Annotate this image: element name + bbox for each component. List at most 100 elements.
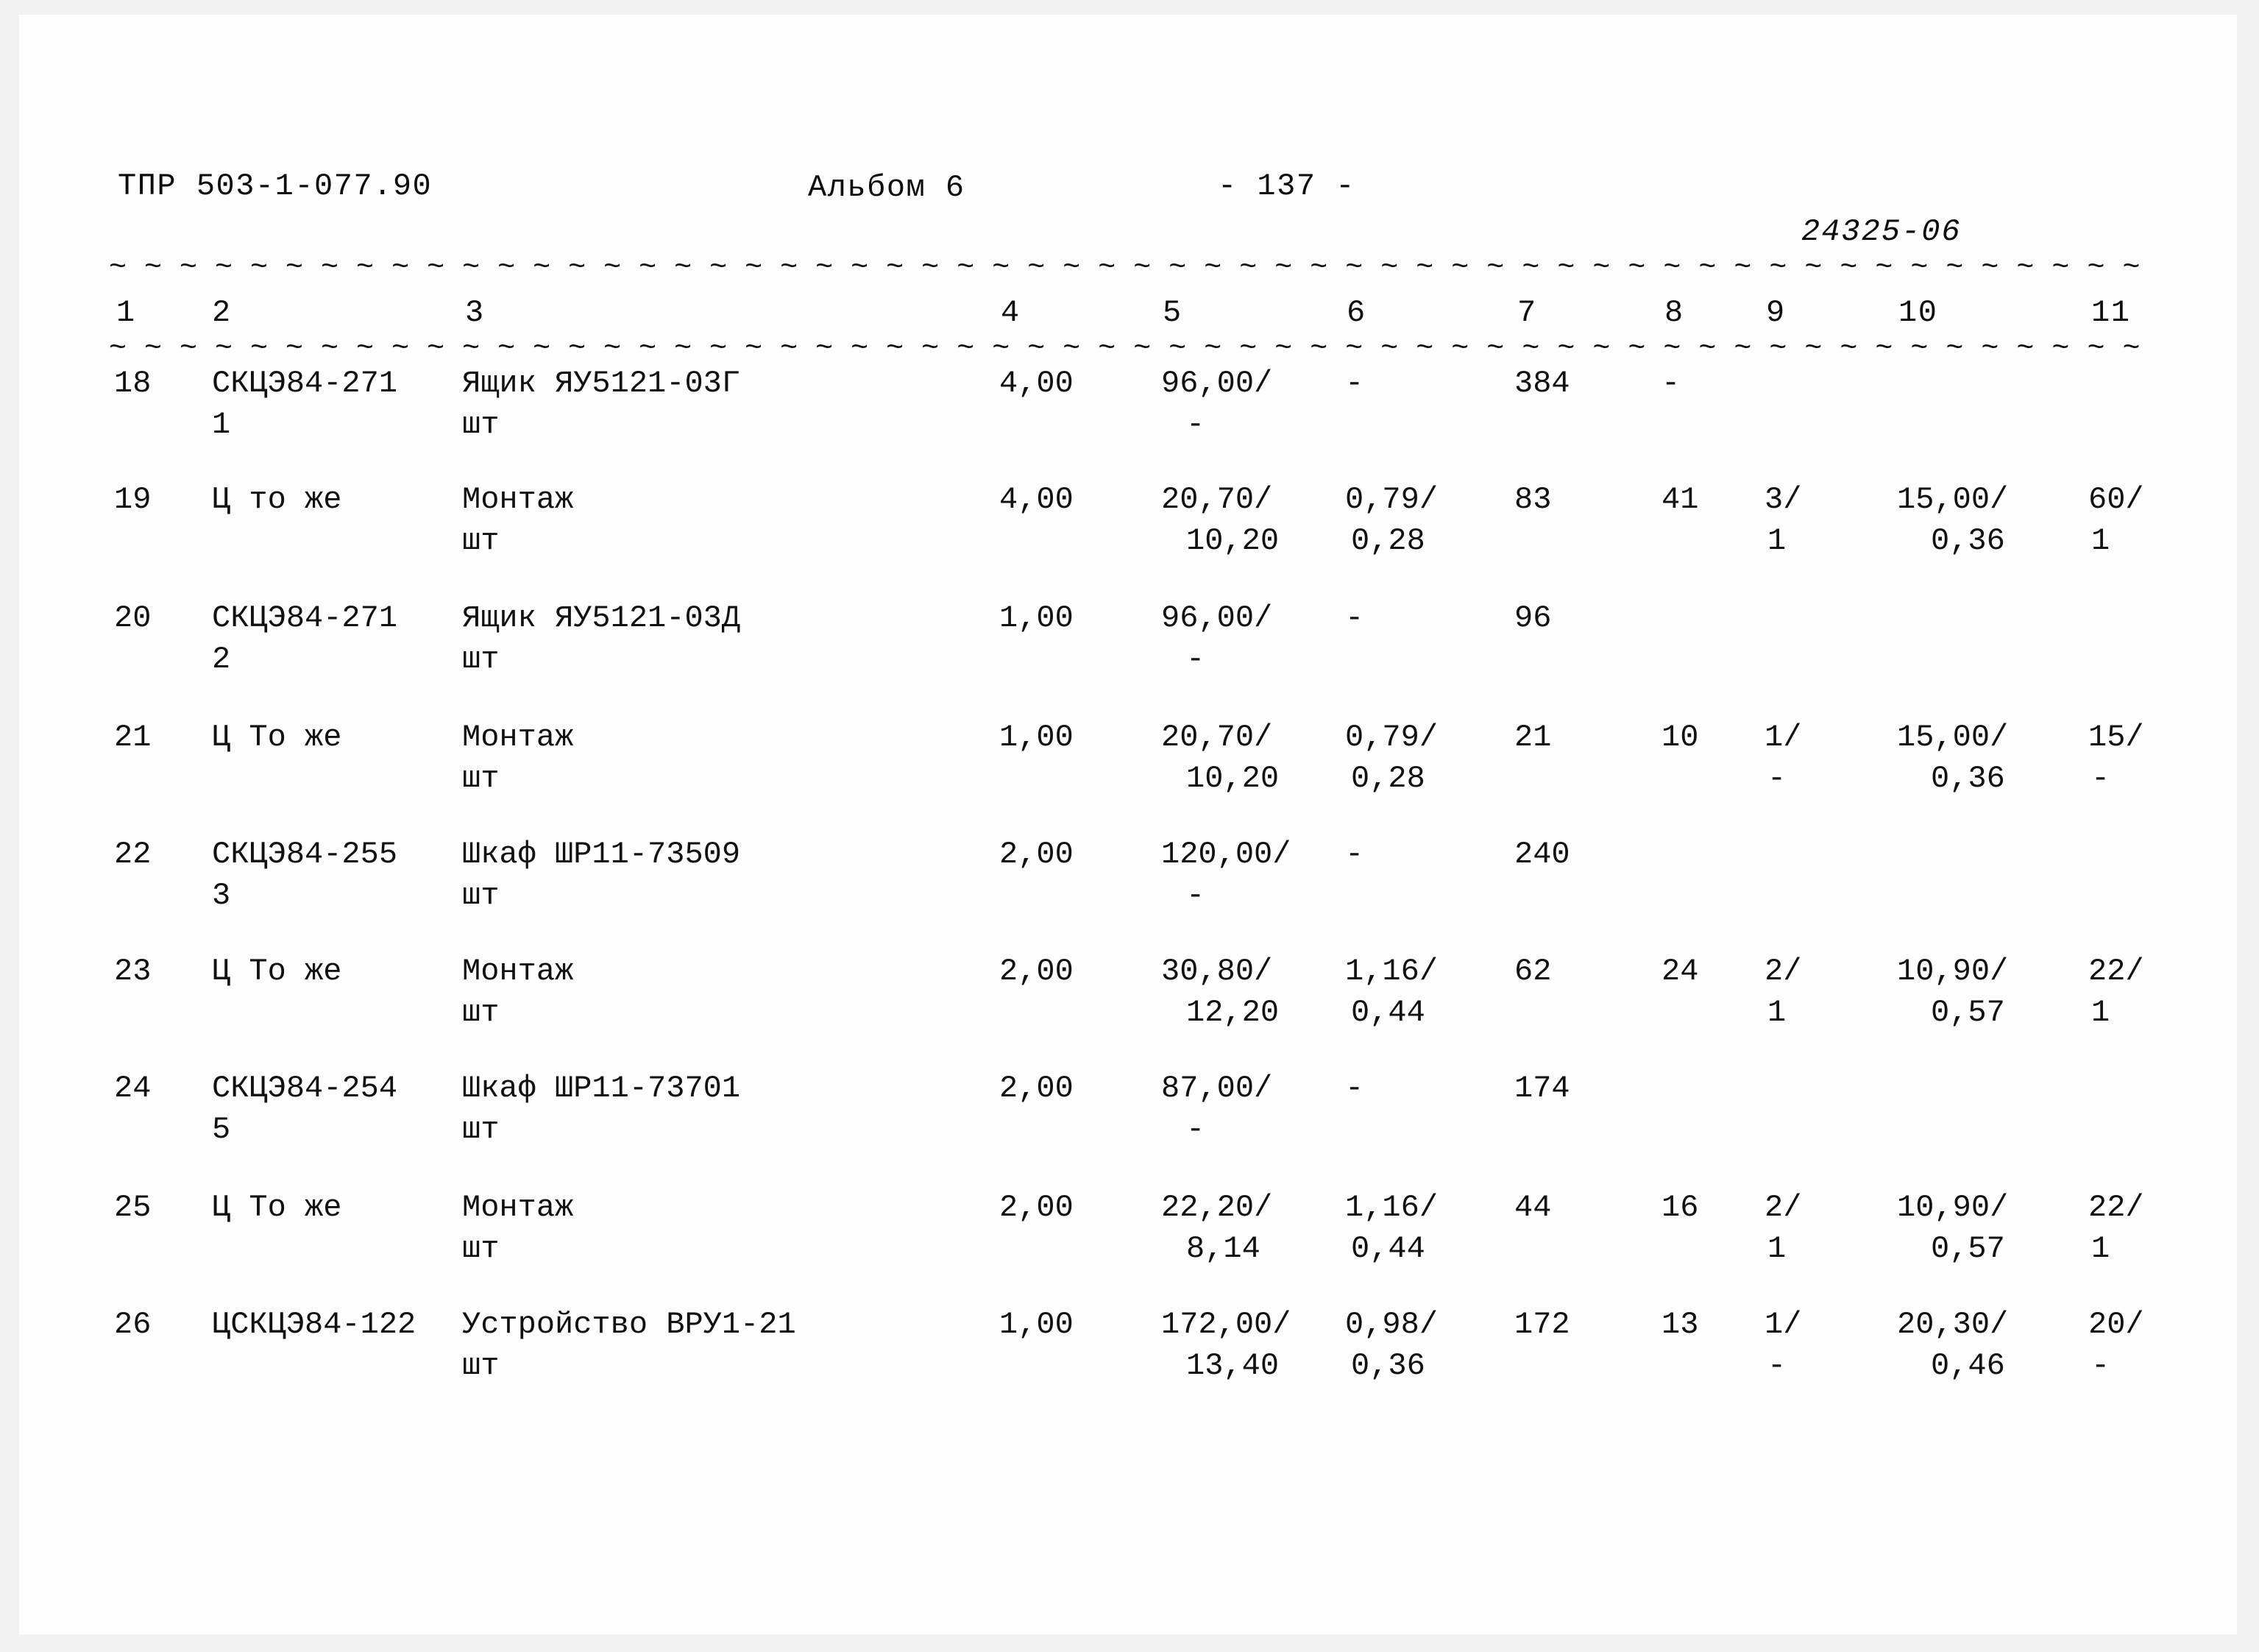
- table-cell-c2: СКЦЭ84-271 1: [212, 363, 433, 445]
- cell-line-primary: 96: [1514, 600, 1552, 636]
- cell-line-secondary: 3: [212, 878, 231, 913]
- column-header-3: 3: [465, 295, 485, 330]
- cell-line-primary: 44: [1514, 1190, 1552, 1225]
- table-cell-c3: Монтаж шт: [462, 1187, 962, 1269]
- table-cell-c7: 83: [1514, 479, 1625, 520]
- table-cell-c9: 1/ -: [1765, 717, 1853, 799]
- table-cell-c3: Ящик ЯУ5121-03Г шт: [462, 363, 962, 445]
- cell-line-primary: 21: [114, 720, 152, 755]
- column-header-2: 2: [212, 295, 232, 330]
- scan-edge-bottom: [0, 1634, 2259, 1652]
- cell-line-primary: -: [1345, 366, 1364, 401]
- table-cell-c4: 2,00: [999, 834, 1132, 875]
- cell-line-primary: 240: [1514, 837, 1570, 872]
- page-header: ТПР 503-1-077.90 Альбом 6 - 137 - 24325-…: [0, 168, 2259, 256]
- cell-line-secondary: 0,44: [1351, 995, 1425, 1030]
- table-cell-c6: 1,16/0,44: [1345, 951, 1500, 1033]
- cell-line-primary: 2/: [1765, 954, 1802, 989]
- table-cell-c3: Монтаж шт: [462, 717, 962, 799]
- cell-line-primary: 21: [1514, 720, 1552, 755]
- cell-line-primary: Ц То же: [212, 1190, 342, 1225]
- table-row: 24 СКЦЭ84-254 5 Шкаф ШР11-73701 шт 2,00 87,00/…: [0, 1068, 2259, 1185]
- column-header-8: 8: [1664, 295, 1684, 330]
- table-cell-c5: 20,70/10,20: [1161, 717, 1330, 799]
- table-row: 23 Ц То же Монтаж шт 2,00 30,80/12,20 1,16/0,4…: [0, 951, 2259, 1068]
- cell-line-secondary: -: [1186, 878, 1205, 913]
- table-cell-c1: 26: [114, 1304, 195, 1345]
- cell-line-primary: 22/: [2088, 1190, 2144, 1225]
- cell-line-secondary: 0,28: [1351, 523, 1425, 559]
- table-cell-c5: 30,80/12,20: [1161, 951, 1330, 1033]
- cell-line-secondary: шт: [462, 995, 500, 1030]
- table-cell-c8: 13: [1662, 1304, 1750, 1345]
- table-row: 18 СКЦЭ84-271 1 Ящик ЯУ5121-03Г шт 4,00 96,00/…: [0, 363, 2259, 481]
- table-cell-c9: 2/1: [1765, 1187, 1853, 1269]
- cell-line-primary: 1,00: [999, 1307, 1074, 1342]
- cell-line-primary: 96,00/: [1161, 600, 1273, 636]
- cell-line-primary: 24: [114, 1071, 152, 1106]
- cell-line-secondary: 8,14: [1186, 1231, 1260, 1266]
- table-cell-c4: 1,00: [999, 717, 1132, 758]
- cell-line-primary: 20: [114, 600, 152, 636]
- table-cell-c4: 1,00: [999, 1304, 1132, 1345]
- cell-line-primary: 15,00/: [1897, 720, 2009, 755]
- table-row: 20 СКЦЭ84-271 2 Ящик ЯУ5121-03Д шт 1,00 96,00/…: [0, 598, 2259, 715]
- cell-line-secondary: 1: [1767, 1231, 1787, 1266]
- cell-line-secondary: -: [2091, 761, 2110, 796]
- cell-line-primary: 19: [114, 482, 152, 517]
- cell-line-primary: 1/: [1765, 1307, 1802, 1342]
- table-cell-c7: 44: [1514, 1187, 1625, 1228]
- cell-line-primary: 4,00: [999, 482, 1074, 517]
- table-cell-c6: -: [1345, 363, 1500, 404]
- table-cell-c5: 20,70/10,20: [1161, 479, 1330, 561]
- table-cell-c7: 96: [1514, 598, 1625, 639]
- cell-line-primary: 120,00/: [1161, 837, 1291, 872]
- table-cell-c8: 41: [1662, 479, 1750, 520]
- cell-line-primary: Ц То же: [212, 954, 342, 989]
- cell-line-primary: ЦСКЦЭ84-122: [212, 1307, 416, 1342]
- table-cell-c7: 21: [1514, 717, 1625, 758]
- table-cell-c8: 24: [1662, 951, 1750, 992]
- cell-line-primary: Монтаж: [462, 720, 574, 755]
- sheet-code: 24325-06: [1801, 214, 1962, 249]
- cell-line-secondary: 1: [212, 407, 231, 442]
- cell-line-secondary: 0,57: [1931, 1231, 2005, 1266]
- cell-line-primary: 1,00: [999, 600, 1074, 636]
- table-cell-c2: Ц То же: [212, 1187, 433, 1228]
- cell-line-secondary: 1: [2091, 995, 2110, 1030]
- table-cell-c1: 22: [114, 834, 195, 875]
- table-cell-c6: -: [1345, 1068, 1500, 1109]
- cell-line-secondary: 0,44: [1351, 1231, 1425, 1266]
- cell-line-primary: 20,30/: [1897, 1307, 2009, 1342]
- table-cell-c9: 2/1: [1765, 951, 1853, 1033]
- table-row: 22 СКЦЭ84-255 3 Шкаф ШР11-73509 шт 2,00 120,00…: [0, 834, 2259, 951]
- cell-line-primary: 2,00: [999, 954, 1074, 989]
- cell-line-primary: 41: [1662, 482, 1699, 517]
- table-cell-c4: 4,00: [999, 479, 1132, 520]
- cell-line-primary: 87,00/: [1161, 1071, 1273, 1106]
- cell-line-secondary: 5: [212, 1112, 231, 1147]
- cell-line-secondary: -: [1186, 407, 1205, 442]
- cell-line-secondary: -: [1186, 642, 1205, 677]
- scan-edge-top: [0, 0, 2259, 15]
- cell-line-primary: 26: [114, 1307, 152, 1342]
- cell-line-primary: 13: [1662, 1307, 1699, 1342]
- cell-line-secondary: 12,20: [1186, 995, 1280, 1030]
- cell-line-primary: 16: [1662, 1190, 1699, 1225]
- cell-line-primary: 172: [1514, 1307, 1570, 1342]
- table-cell-c8: 10: [1662, 717, 1750, 758]
- cell-line-secondary: -: [1767, 1348, 1787, 1383]
- table-cell-c8: 16: [1662, 1187, 1750, 1228]
- cell-line-primary: Шкаф ШР11-73509: [462, 837, 741, 872]
- table-cell-c6: -: [1345, 834, 1500, 875]
- cell-line-primary: -: [1662, 366, 1681, 401]
- table-cell-c2: СКЦЭ84-255 3: [212, 834, 433, 916]
- cell-line-secondary: 2: [212, 642, 231, 677]
- table-row: 26 ЦСКЦЭ84-122 Устройство ВРУ1-21 шт 1,00 172…: [0, 1304, 2259, 1422]
- table-cell-c2: СКЦЭ84-271 2: [212, 598, 433, 680]
- column-header-4: 4: [1001, 295, 1021, 330]
- table-cell-c11: 60/1: [2088, 479, 2221, 561]
- table-cell-c4: 1,00: [999, 598, 1132, 639]
- column-header-9: 9: [1766, 295, 1786, 330]
- table-row: 25 Ц То же Монтаж шт 2,00 22,20/8,14 1,16/0,44…: [0, 1187, 2259, 1305]
